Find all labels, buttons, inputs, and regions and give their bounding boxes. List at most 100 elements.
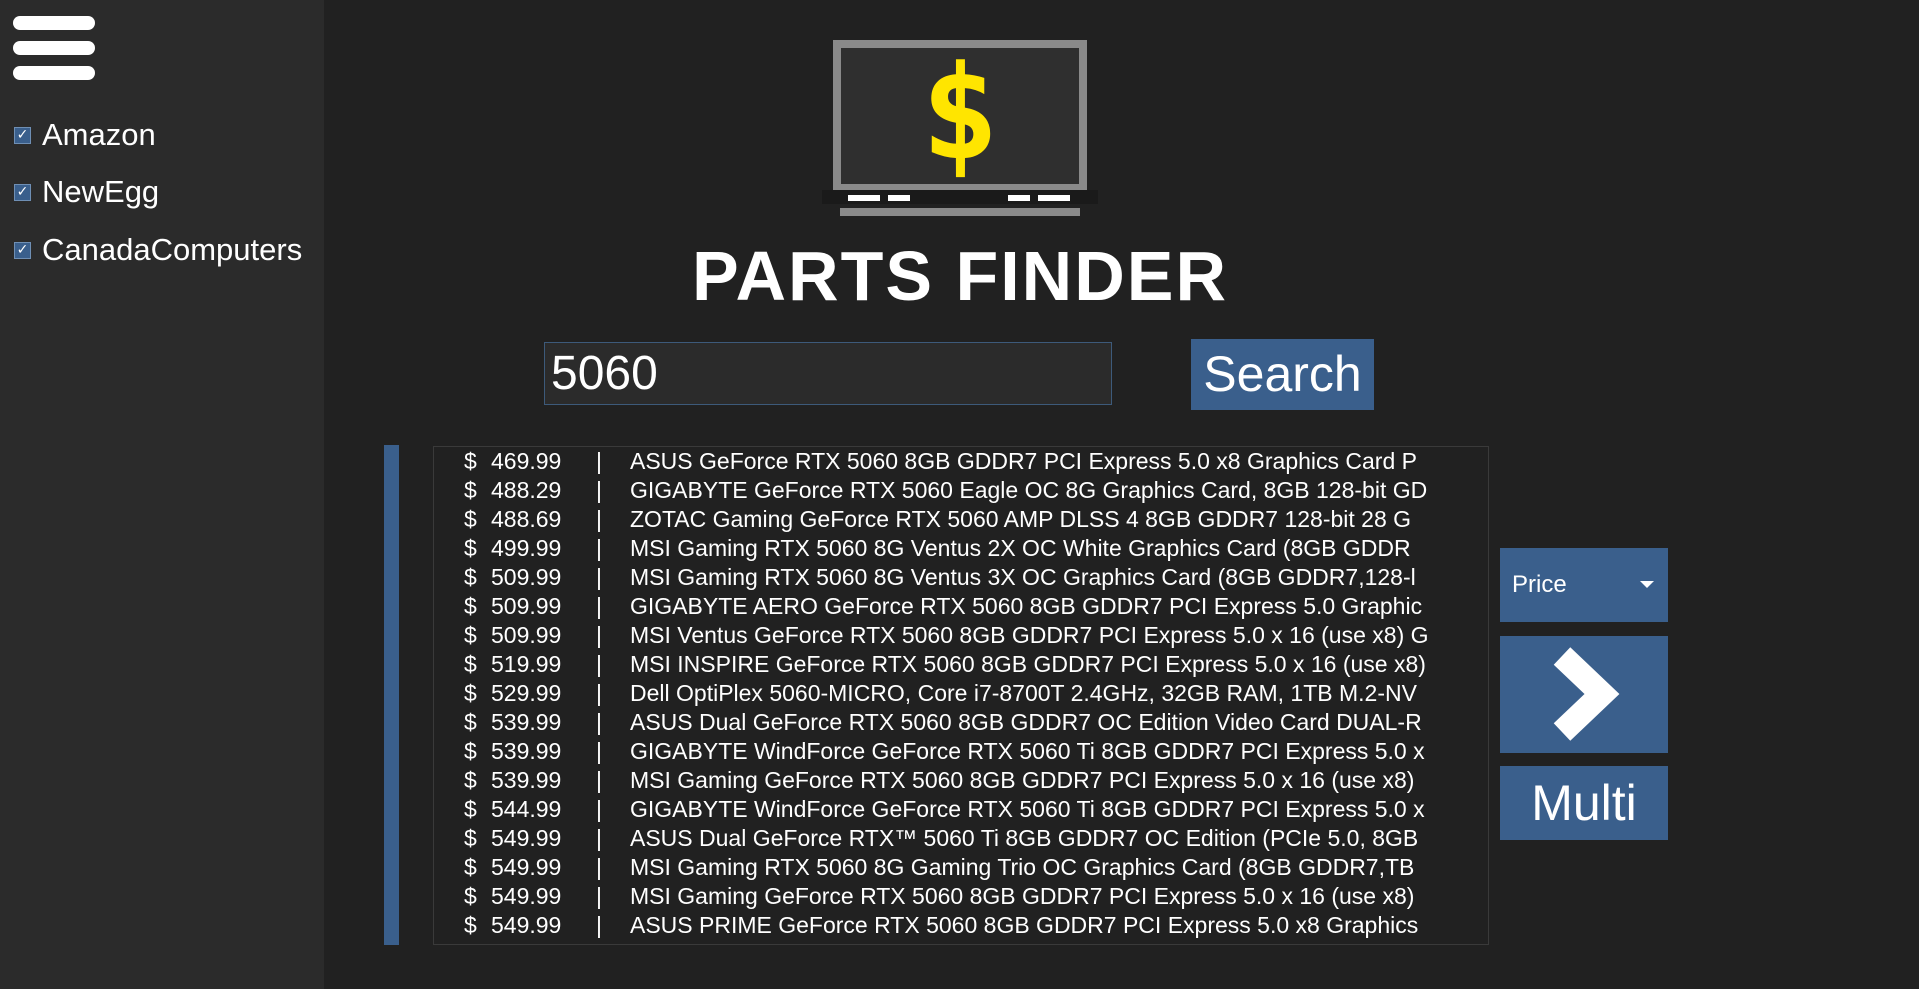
next-page-button[interactable]: [1500, 636, 1668, 753]
result-row[interactable]: $544.99 | GIGABYTE WindForce GeForce RTX 5…: [434, 795, 1488, 824]
store-label-amazon: Amazon: [42, 117, 156, 152]
result-currency: $: [464, 883, 477, 909]
logo-dollar-glyph: $: [921, 40, 999, 189]
result-product-name: ASUS PRIME GeForce RTX 5060 8GB GDDR7 PC…: [630, 912, 1419, 938]
result-product-name: GIGABYTE WindForce GeForce RTX 5060 Ti 8…: [630, 796, 1425, 822]
result-price: 488.69: [491, 506, 562, 532]
result-currency: $: [464, 622, 477, 648]
result-row[interactable]: $488.69 | ZOTAC Gaming GeForce RTX 5060 AM…: [434, 505, 1488, 534]
store-filter-amazon[interactable]: ✓ Amazon: [14, 115, 156, 155]
result-price: 509.99: [491, 593, 562, 619]
page-title: PARTS FINDER: [691, 237, 1229, 315]
result-row[interactable]: $549.99 | MSI Gaming GeForce RTX 5060 8GB …: [434, 882, 1488, 911]
result-product-name: MSI Gaming GeForce RTX 5060 8GB GDDR7 PC…: [630, 883, 1415, 909]
result-row[interactable]: $509.99 | MSI Ventus GeForce RTX 5060 8GB …: [434, 621, 1488, 650]
store-label-canadacomputers: CanadaComputers: [42, 232, 303, 267]
sidebar: ✓ Amazon ✓ NewEgg ✓ CanadaComputers: [0, 0, 324, 989]
result-product-name: MSI Gaming GeForce RTX 5060 8GB GDDR7 PC…: [630, 767, 1415, 793]
result-row[interactable]: $509.99 | MSI Gaming RTX 5060 8G Ventus 3X…: [434, 563, 1488, 592]
result-product-name: MSI INSPIRE GeForce RTX 5060 8GB GDDR7 P…: [630, 651, 1426, 677]
result-separator: |: [596, 622, 602, 648]
results-list: $469.99 | ASUS GeForce RTX 5060 8GB GDDR7 …: [433, 446, 1489, 945]
multi-button[interactable]: Multi: [1500, 766, 1668, 840]
result-currency: $: [464, 767, 477, 793]
result-currency: $: [464, 680, 477, 706]
result-separator: |: [596, 912, 602, 938]
result-price: 509.99: [491, 622, 562, 648]
result-price: 499.99: [491, 535, 562, 561]
checkbox-canadacomputers[interactable]: ✓: [14, 241, 31, 259]
caret-down-icon: [1640, 581, 1654, 588]
result-row[interactable]: $549.99 | MSI Gaming RTX 5060 8G Gaming Tr…: [434, 853, 1488, 882]
result-currency: $: [464, 651, 477, 677]
result-price: 539.99: [491, 709, 562, 735]
result-row[interactable]: $549.99 | ASUS Dual GeForce RTX™ 5060 Ti 8…: [434, 824, 1488, 853]
checkbox-amazon[interactable]: ✓: [14, 126, 31, 144]
result-separator: |: [596, 680, 602, 706]
result-row[interactable]: $539.99 | GIGABYTE WindForce GeForce RTX 5…: [434, 737, 1488, 766]
search-button[interactable]: Search: [1191, 339, 1374, 410]
result-product-name: MSI Gaming RTX 5060 8G Ventus 3X OC Grap…: [630, 564, 1416, 590]
result-price: 549.99: [491, 825, 562, 851]
result-price: 544.99: [491, 796, 562, 822]
result-currency: $: [464, 709, 477, 735]
store-filter-newegg[interactable]: ✓ NewEgg: [14, 172, 159, 212]
result-row[interactable]: $488.29 | GIGABYTE GeForce RTX 5060 Eagle …: [434, 476, 1488, 505]
result-currency: $: [464, 535, 477, 561]
result-product-name: GIGABYTE AERO GeForce RTX 5060 8GB GDDR7…: [630, 593, 1423, 619]
result-separator: |: [596, 448, 602, 474]
result-row[interactable]: $499.99 | MSI Gaming RTX 5060 8G Ventus 2X…: [434, 534, 1488, 563]
result-price: 549.99: [491, 854, 562, 880]
result-product-name: ASUS GeForce RTX 5060 8GB GDDR7 PCI Expr…: [630, 448, 1417, 474]
result-currency: $: [464, 854, 477, 880]
sort-selected-value: Price: [1512, 571, 1567, 598]
result-separator: |: [596, 535, 602, 561]
hamburger-menu-icon[interactable]: [13, 16, 96, 80]
result-currency: $: [464, 506, 477, 532]
search-input[interactable]: [544, 342, 1112, 405]
result-price: 529.99: [491, 680, 562, 706]
result-price: 469.99: [491, 448, 562, 474]
store-label-newegg: NewEgg: [42, 174, 160, 209]
result-product-name: GIGABYTE GeForce RTX 5060 Eagle OC 8G Gr…: [630, 477, 1428, 503]
result-price: 549.99: [491, 912, 562, 938]
result-separator: |: [596, 651, 602, 677]
result-currency: $: [464, 796, 477, 822]
result-row[interactable]: $509.99 | GIGABYTE AERO GeForce RTX 5060 8…: [434, 592, 1488, 621]
sort-dropdown[interactable]: Price: [1500, 548, 1668, 622]
results-scrollbar[interactable]: [384, 445, 399, 945]
result-currency: $: [464, 477, 477, 503]
result-separator: |: [596, 825, 602, 851]
result-price: 519.99: [491, 651, 562, 677]
result-separator: |: [596, 738, 602, 764]
result-row[interactable]: $539.99 | MSI Gaming GeForce RTX 5060 8GB …: [434, 766, 1488, 795]
result-product-name: Dell OptiPlex 5060-MICRO, Core i7-8700T …: [630, 680, 1417, 706]
result-row[interactable]: $519.99 | MSI INSPIRE GeForce RTX 5060 8GB…: [434, 650, 1488, 679]
result-row[interactable]: $469.99 | ASUS GeForce RTX 5060 8GB GDDR7 …: [434, 447, 1488, 476]
result-separator: |: [596, 796, 602, 822]
result-currency: $: [464, 738, 477, 764]
result-separator: |: [596, 854, 602, 880]
result-separator: |: [596, 477, 602, 503]
result-currency: $: [464, 593, 477, 619]
store-filter-canadacomputers[interactable]: ✓ CanadaComputers: [14, 230, 302, 270]
result-separator: |: [596, 564, 602, 590]
result-price: 539.99: [491, 738, 562, 764]
result-product-name: MSI Ventus GeForce RTX 5060 8GB GDDR7 PC…: [630, 622, 1429, 648]
result-row[interactable]: $549.99 | ASUS PRIME GeForce RTX 5060 8GB …: [434, 911, 1488, 940]
result-product-name: ZOTAC Gaming GeForce RTX 5060 AMP DLSS 4…: [630, 506, 1412, 532]
result-currency: $: [464, 564, 477, 590]
result-price: 549.99: [491, 883, 562, 909]
result-row[interactable]: $529.99 | Dell OptiPlex 5060-MICRO, Core i…: [434, 679, 1488, 708]
result-price: 488.29: [491, 477, 562, 503]
result-product-name: GIGABYTE WindForce GeForce RTX 5060 Ti 8…: [630, 738, 1425, 764]
result-product-name: MSI Gaming RTX 5060 8G Gaming Trio OC Gr…: [630, 854, 1415, 880]
result-separator: |: [596, 506, 602, 532]
result-separator: |: [596, 767, 602, 793]
result-product-name: MSI Gaming RTX 5060 8G Ventus 2X OC Whit…: [630, 535, 1411, 561]
result-separator: |: [596, 593, 602, 619]
result-separator: |: [596, 709, 602, 735]
checkbox-newegg[interactable]: ✓: [14, 183, 31, 201]
result-row[interactable]: $539.99 | ASUS Dual GeForce RTX 5060 8GB G…: [434, 708, 1488, 737]
result-price: 539.99: [491, 767, 562, 793]
